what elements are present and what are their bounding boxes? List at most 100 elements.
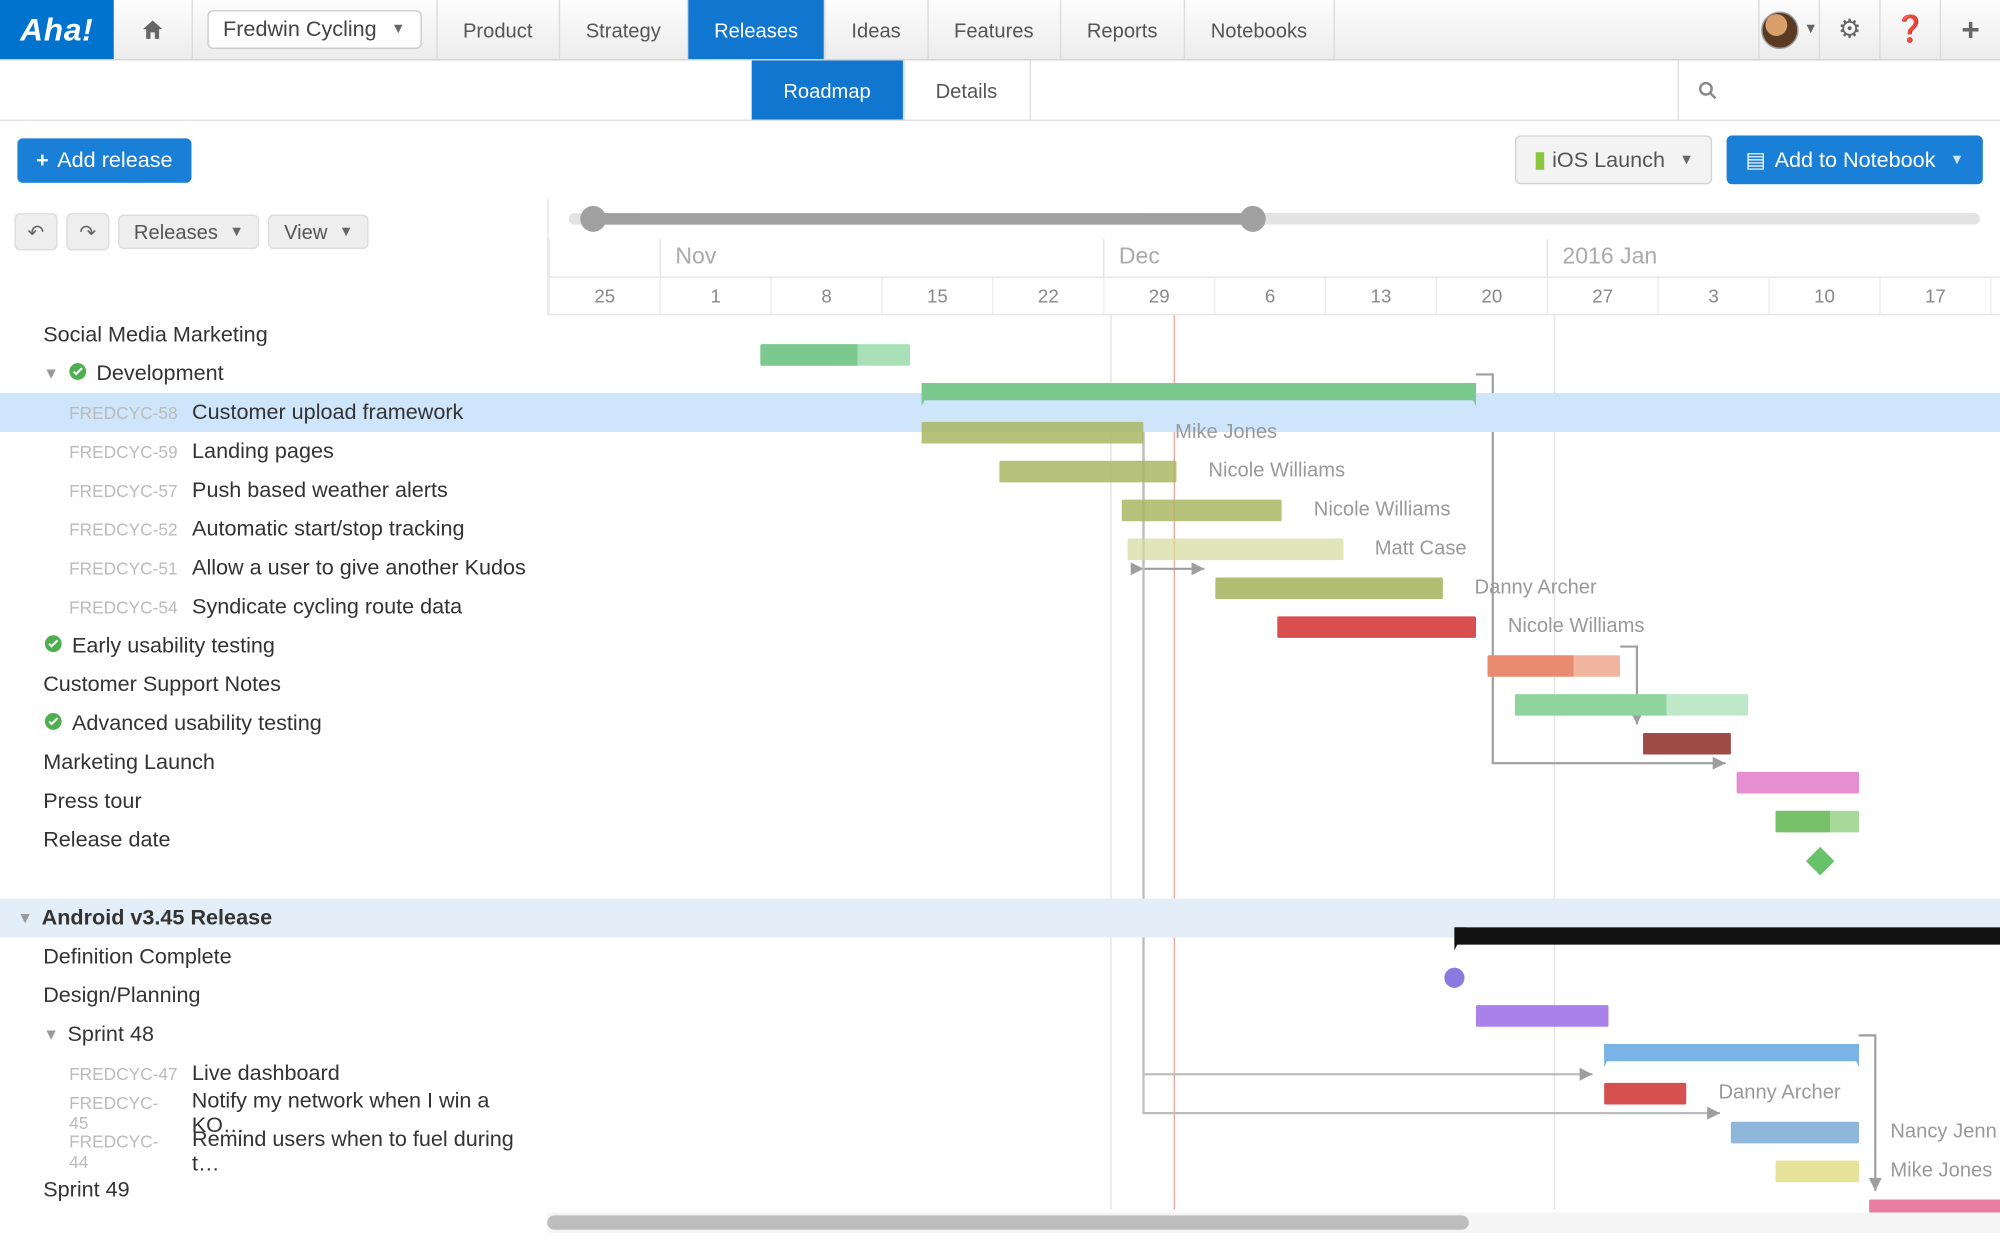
summary-bar[interactable] bbox=[922, 382, 1476, 399]
caret-down-icon: ▼ bbox=[339, 224, 353, 240]
row-label[interactable]: FREDCYC-44Remind users when to fuel duri… bbox=[0, 1127, 547, 1176]
day-header: 6 bbox=[1214, 278, 1325, 314]
nav-tab-features[interactable]: Features bbox=[928, 0, 1061, 59]
row-label[interactable]: FREDCYC-54Syndicate cycling route data bbox=[0, 595, 547, 619]
day-header: 25 bbox=[549, 278, 660, 314]
row-title: Syndicate cycling route data bbox=[192, 595, 462, 619]
caret-down-icon: ▼ bbox=[1804, 22, 1818, 38]
user-menu[interactable]: ▼ bbox=[1758, 0, 1818, 59]
gantt-row[interactable]: ▼Development bbox=[0, 354, 2000, 393]
row-label[interactable]: Early usability testing bbox=[0, 634, 547, 658]
gantt-bar[interactable] bbox=[1515, 693, 1748, 715]
day-header: 20 bbox=[1436, 278, 1547, 314]
gantt-bar[interactable] bbox=[1604, 1082, 1687, 1104]
nav-tab-releases[interactable]: Releases bbox=[688, 0, 825, 59]
row-label[interactable]: Release date bbox=[0, 828, 547, 852]
plus-icon: + bbox=[36, 148, 49, 172]
gantt-bar[interactable] bbox=[1121, 499, 1282, 521]
summary-bar[interactable] bbox=[1604, 1043, 1859, 1060]
gantt-row[interactable]: FREDCYC-51Allow a user to give another K… bbox=[0, 549, 2000, 588]
gantt-bar[interactable] bbox=[1277, 616, 1477, 638]
undo-button[interactable]: ↶ bbox=[14, 213, 57, 250]
row-label[interactable]: FREDCYC-51Allow a user to give another K… bbox=[0, 556, 547, 580]
releases-dropdown[interactable]: Releases▼ bbox=[118, 215, 260, 250]
home-button[interactable] bbox=[114, 0, 193, 59]
search-box[interactable] bbox=[1678, 60, 2000, 119]
expand-toggle-icon[interactable]: ▼ bbox=[43, 1026, 59, 1043]
view-dropdown[interactable]: View▼ bbox=[268, 215, 369, 250]
gantt-row[interactable]: Release date bbox=[0, 821, 2000, 860]
row-label[interactable]: Marketing Launch bbox=[0, 750, 547, 774]
gantt-bar[interactable] bbox=[1776, 810, 1859, 832]
gantt-bar[interactable] bbox=[761, 343, 911, 365]
gantt-row[interactable]: Design/Planning bbox=[0, 976, 2000, 1015]
row-label[interactable]: FREDCYC-59Landing pages bbox=[0, 439, 547, 463]
gantt-row[interactable]: FREDCYC-44Remind users when to fuel duri… bbox=[0, 1132, 2000, 1171]
row-label[interactable]: FREDCYC-57Push based weather alerts bbox=[0, 478, 547, 502]
redo-button[interactable]: ↷ bbox=[66, 213, 109, 250]
saved-view-dropdown[interactable]: ▮ iOS Launch ▼ bbox=[1515, 135, 1712, 184]
row-label[interactable]: Sprint 49 bbox=[0, 1178, 547, 1202]
gantt-bar[interactable] bbox=[1487, 654, 1620, 676]
gantt-bar[interactable] bbox=[1731, 1121, 1859, 1143]
gantt-row[interactable]: Sprint 49 bbox=[0, 1171, 2000, 1210]
nav-tab-reports[interactable]: Reports bbox=[1061, 0, 1185, 59]
left-toolbar: ↶ ↷ Releases▼ View▼ bbox=[0, 199, 547, 265]
help-button[interactable]: ❓ bbox=[1879, 0, 1939, 59]
gantt-row[interactable]: FREDCYC-54Syndicate cycling route dataNi… bbox=[0, 588, 2000, 627]
gantt-bar[interactable] bbox=[1737, 771, 1859, 793]
slider-handle-left[interactable] bbox=[580, 206, 606, 232]
nav-tab-ideas[interactable]: Ideas bbox=[826, 0, 929, 59]
gantt-bar[interactable] bbox=[1476, 1004, 1609, 1026]
gantt-row[interactable]: Early usability testing bbox=[0, 626, 2000, 665]
expand-toggle-icon[interactable]: ▼ bbox=[43, 365, 59, 382]
add-button[interactable]: + bbox=[1940, 0, 2000, 59]
gantt-row[interactable]: Customer Support Notes bbox=[0, 665, 2000, 704]
row-label[interactable]: Definition Complete bbox=[0, 945, 547, 969]
product-dropdown[interactable]: Fredwin Cycling ▼ bbox=[207, 10, 421, 49]
nav-right: ▼ ⚙ ❓ + bbox=[1758, 0, 2000, 59]
gantt-row[interactable]: Social Media Marketing bbox=[0, 315, 2000, 354]
gantt-bar[interactable] bbox=[1127, 538, 1343, 560]
nav-tab-strategy[interactable]: Strategy bbox=[560, 0, 688, 59]
settings-button[interactable]: ⚙ bbox=[1819, 0, 1879, 59]
subnav-tab-roadmap[interactable]: Roadmap bbox=[752, 60, 904, 119]
gantt-bar[interactable] bbox=[1776, 1160, 1859, 1182]
gantt-bar[interactable] bbox=[922, 421, 1144, 443]
gantt-row[interactable]: ▼Android v3.45 Release bbox=[0, 899, 2000, 938]
gear-icon: ⚙ bbox=[1838, 14, 1861, 44]
summary-bar[interactable] bbox=[1454, 927, 2000, 944]
subnav-tab-details[interactable]: Details bbox=[904, 60, 1030, 119]
row-title: Early usability testing bbox=[72, 634, 275, 658]
milestone-dot[interactable] bbox=[1444, 967, 1464, 987]
horizontal-scrollbar[interactable] bbox=[547, 1212, 2000, 1232]
add-release-button[interactable]: + Add release bbox=[17, 138, 191, 183]
row-label[interactable]: Customer Support Notes bbox=[0, 672, 547, 696]
gantt-bar[interactable] bbox=[1216, 577, 1443, 599]
row-label[interactable]: Design/Planning bbox=[0, 984, 547, 1008]
row-label[interactable]: ▼ Sprint 48 bbox=[0, 1022, 547, 1046]
gantt-bar[interactable] bbox=[1642, 732, 1731, 754]
row-label[interactable]: FREDCYC-47Live dashboard bbox=[0, 1061, 547, 1085]
row-title: Sprint 48 bbox=[68, 1022, 154, 1046]
row-label[interactable]: ▼Android v3.45 Release bbox=[0, 906, 547, 930]
row-label[interactable]: Social Media Marketing bbox=[0, 323, 547, 347]
slider-handle-right[interactable] bbox=[1240, 206, 1266, 232]
row-label[interactable]: Press tour bbox=[0, 789, 547, 813]
nav-tab-notebooks[interactable]: Notebooks bbox=[1185, 0, 1335, 59]
row-label[interactable]: FREDCYC-52Automatic start/stop tracking bbox=[0, 517, 547, 541]
expand-toggle-icon[interactable]: ▼ bbox=[17, 909, 33, 926]
home-icon bbox=[140, 17, 166, 43]
gantt-row[interactable]: FREDCYC-52Automatic start/stop trackingM… bbox=[0, 510, 2000, 549]
gantt-bar[interactable] bbox=[999, 460, 1176, 482]
day-header: 13 bbox=[1325, 278, 1436, 314]
row-label[interactable]: Advanced usability testing bbox=[0, 711, 547, 735]
row-label[interactable]: FREDCYC-58Customer upload framework bbox=[0, 400, 547, 424]
gantt-row[interactable]: ▼ Sprint 48 bbox=[0, 1015, 2000, 1054]
nav-tab-product[interactable]: Product bbox=[437, 0, 560, 59]
brand-logo[interactable]: Aha! bbox=[0, 0, 114, 59]
zoom-slider[interactable] bbox=[569, 199, 1980, 234]
row-label[interactable]: ▼Development bbox=[0, 361, 547, 385]
gantt-row[interactable]: Press tour bbox=[0, 782, 2000, 821]
add-to-notebook-button[interactable]: ▤ Add to Notebook ▼ bbox=[1727, 135, 1983, 184]
